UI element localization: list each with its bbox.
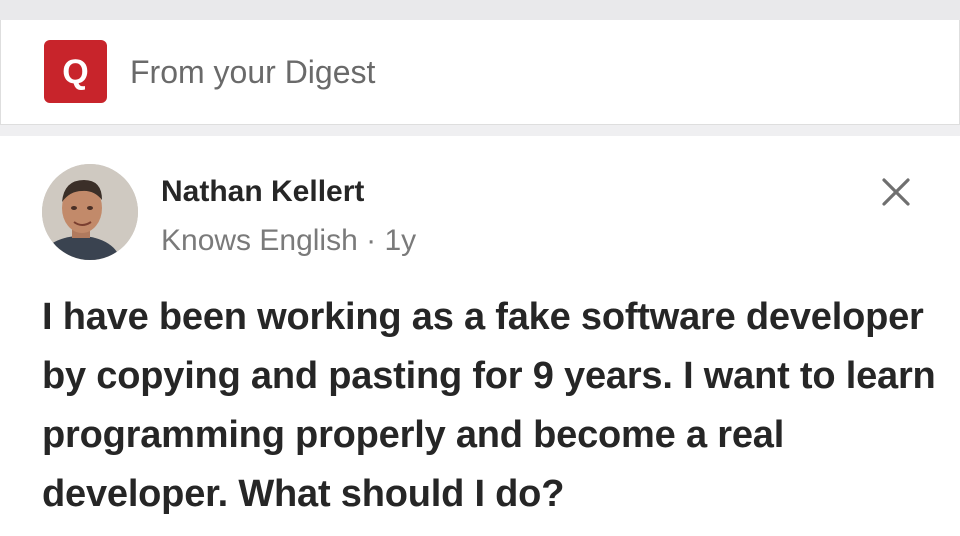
digest-label: From your Digest bbox=[130, 54, 376, 90]
avatar[interactable] bbox=[42, 164, 138, 260]
author-meta: Knows English · 1y bbox=[161, 223, 416, 259]
question-title[interactable]: I have been working as a fake software d… bbox=[42, 288, 942, 524]
top-strip bbox=[0, 0, 960, 20]
feed-divider bbox=[0, 125, 960, 136]
answer-age[interactable]: 1y bbox=[384, 224, 416, 257]
quora-logo-icon: Q bbox=[44, 40, 107, 103]
meta-separator: · bbox=[357, 224, 385, 257]
author-name[interactable]: Nathan Kellert bbox=[161, 174, 364, 210]
close-icon bbox=[882, 178, 910, 206]
close-button[interactable] bbox=[876, 172, 916, 212]
author-credential[interactable]: Knows English bbox=[161, 224, 358, 257]
logo-letter: Q bbox=[62, 52, 89, 91]
digest-header[interactable]: Q From your Digest bbox=[0, 20, 960, 125]
answer-card[interactable]: Nathan Kellert Knows English · 1y I have… bbox=[0, 136, 960, 536]
